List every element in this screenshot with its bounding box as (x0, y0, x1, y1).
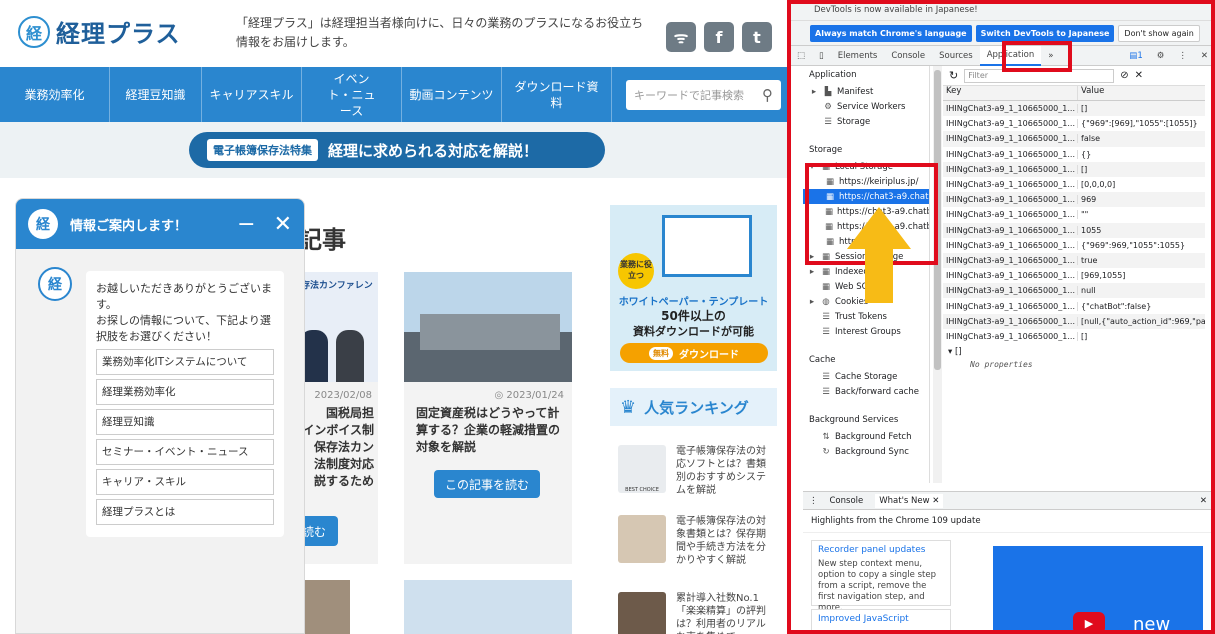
ranking-header: ♛ 人気ランキング (610, 388, 777, 426)
website-viewport: 経 経理プラス 「経理プラス」は経理担当者様向けに、日々の業務のプラスになるお役… (0, 0, 790, 634)
search-icon[interactable]: ⚲ (762, 86, 773, 104)
promo-text: 経理に求められる対応を解説！ (328, 141, 539, 160)
bot-avatar: 経 (38, 267, 72, 301)
twitter-icon[interactable]: t (742, 22, 772, 52)
search-placeholder: キーワードで記事検索 (634, 89, 744, 102)
card-date: ◎ 2023/01/24 (494, 390, 564, 401)
close-icon[interactable]: ✕ (274, 212, 292, 237)
chat-title: 情報ご案内します！ (70, 218, 188, 234)
yellow-arrow-icon (847, 207, 911, 303)
card-date: 2023/02/08 (314, 390, 372, 401)
card-image (404, 272, 572, 382)
ranking-thumb (618, 515, 666, 563)
chat-header: 経 情報ご案内します！ − ✕ (16, 199, 304, 249)
nav-item-videos[interactable]: 動画コンテンツ (402, 67, 502, 122)
crown-icon: ♛ (620, 396, 637, 418)
chat-option[interactable]: 経理豆知識 (96, 409, 274, 435)
nav-item-downloads[interactable]: ダウンロード資料 (502, 67, 612, 122)
chat-widget: 経 情報ご案内します！ − ✕ 経 お越しいただきありがとうございます。 お探し… (15, 198, 305, 634)
download-ad[interactable]: 業務に役立つ ホワイトペーパー・テンプレート 50件以上の 資料ダウンロードが可… (610, 205, 777, 371)
chat-greeting: お越しいただきありがとうございます。 お探しの情報について、下記より選択肢をお選… (96, 282, 272, 343)
ranking-text: 累計導入社数No.1「楽楽精算」の評判は？利用者のリアルな声を集めて (676, 593, 766, 634)
read-button[interactable]: この記事を読む (434, 470, 540, 498)
article-card[interactable]: ◎ 2023/01/24 固定資産税はどうやって計算する？企業の軽減措置の対象を… (404, 272, 572, 564)
logo-text: 経理プラス (56, 20, 181, 48)
site-logo[interactable]: 経 経理プラス (18, 14, 181, 49)
ad-badge: 業務に役立つ (618, 253, 654, 289)
nav-item-knowledge[interactable]: 経理豆知識 (110, 67, 202, 122)
chat-option[interactable]: 業務効率化ITシステムについて (96, 349, 274, 375)
ranking-text: 電子帳簿保存法の対象書類とは？保存期間や手続き方法を分かりやすく解説 (676, 516, 766, 566)
ranking-item[interactable]: 電子帳簿保存法の対象書類とは？保存期間や手続き方法を分かりやすく解説 (618, 515, 774, 567)
ranking-item[interactable]: 累計導入社数No.1「楽楽精算」の評判は？利用者のリアルな声を集めて (618, 592, 774, 634)
nav-item-career[interactable]: キャリアスキル (202, 67, 302, 122)
ad-line3: 資料ダウンロードが可能 (633, 325, 754, 338)
chat-logo: 経 (28, 209, 58, 239)
article-thumb[interactable] (404, 580, 572, 634)
chat-option[interactable]: 経理プラスとは (96, 499, 274, 525)
chat-option[interactable]: セミナー・イベント・ニュース (96, 439, 274, 465)
chat-bubble: お越しいただきありがとうございます。 お探しの情報について、下記より選択肢をお選… (86, 271, 284, 537)
chat-option[interactable]: 経理業務効率化 (96, 379, 274, 405)
section-heading: 記事 (298, 226, 346, 254)
ad-download-button[interactable]: 無料 ダウンロード (620, 343, 768, 363)
nav-item-efficiency[interactable]: 業務効率化 (0, 67, 110, 122)
card-title: 固定資産税はどうやって計算する？企業の軽減措置の対象を解説 (416, 406, 561, 454)
ranking-thumb (618, 592, 666, 634)
search-input[interactable]: キーワードで記事検索 ⚲ (626, 80, 781, 110)
promo-banner[interactable]: 電子帳簿保存法特集 経理に求められる対応を解説！ (189, 132, 605, 168)
site-tagline: 「経理プラス」は経理担当者様向けに、日々の業務のプラスになるお役立ち情報をお届け… (236, 16, 644, 49)
facebook-icon[interactable]: f (704, 22, 734, 52)
ranking-thumb: BEST CHOICE (618, 445, 666, 493)
logo-mark: 経 (18, 15, 50, 48)
devtools-highlight-box (787, 0, 1215, 634)
application-tab-highlight-box (1002, 41, 1072, 72)
promo-tag: 電子帳簿保存法特集 (207, 139, 318, 161)
minimize-icon[interactable]: − (237, 212, 255, 237)
ad-line1: ホワイトペーパー・テンプレート (618, 297, 769, 308)
chat-option[interactable]: キャリア・スキル (96, 469, 274, 495)
ad-line2: 50件以上の (661, 309, 726, 323)
rss-icon[interactable]: ᯤ (666, 22, 696, 52)
nav-item-events[interactable]: イベント・ニュース (302, 67, 402, 122)
ranking-item[interactable]: BEST CHOICE 電子帳簿保存法の対応ソフトとは？書類別のおすすめシステム… (618, 445, 774, 497)
ranking-text: 電子帳簿保存法の対応ソフトとは？書類別のおすすめシステムを解説 (676, 446, 766, 496)
